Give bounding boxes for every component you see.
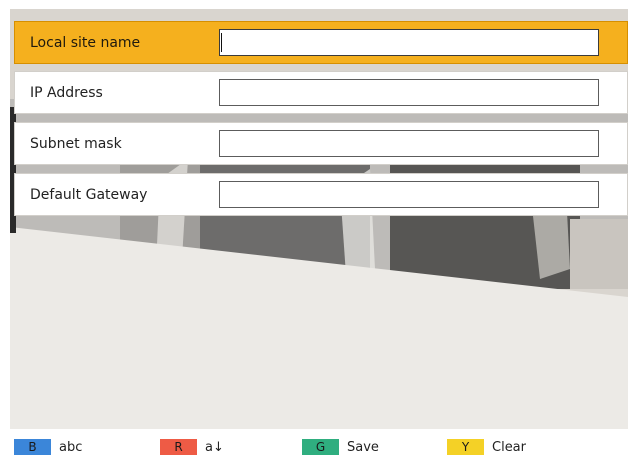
- red-key-label: a↓: [205, 439, 224, 455]
- green-key-hint[interactable]: G Save: [302, 439, 379, 455]
- blue-key-hint[interactable]: B abc: [14, 439, 82, 455]
- red-key-hint[interactable]: R a↓: [160, 439, 224, 455]
- row-default-gateway[interactable]: Default Gateway: [14, 173, 628, 216]
- default-gateway-label: Default Gateway: [30, 187, 148, 203]
- yellow-key-label: Clear: [492, 439, 526, 455]
- local-site-name-input[interactable]: [219, 29, 599, 56]
- red-key-badge: R: [160, 439, 197, 455]
- subnet-mask-label: Subnet mask: [30, 136, 122, 152]
- yellow-key-hint[interactable]: Y Clear: [447, 439, 526, 455]
- row-ip-address[interactable]: IP Address: [14, 71, 628, 114]
- blue-key-badge: B: [14, 439, 51, 455]
- green-key-badge: G: [302, 439, 339, 455]
- remote-key-guide: B abc R a↓ G Save Y Clear: [0, 429, 636, 461]
- blue-key-label: abc: [59, 439, 83, 455]
- default-gateway-input[interactable]: [219, 181, 599, 208]
- green-key-label: Save: [347, 439, 379, 455]
- ip-address-input[interactable]: [219, 79, 599, 106]
- text-cursor: [221, 33, 222, 52]
- local-site-name-label: Local site name: [30, 35, 141, 51]
- row-subnet-mask[interactable]: Subnet mask: [14, 122, 628, 165]
- yellow-key-badge: Y: [447, 439, 484, 455]
- row-local-site-name[interactable]: Local site name: [14, 21, 628, 64]
- ip-address-label: IP Address: [30, 85, 103, 101]
- subnet-mask-input[interactable]: [219, 130, 599, 157]
